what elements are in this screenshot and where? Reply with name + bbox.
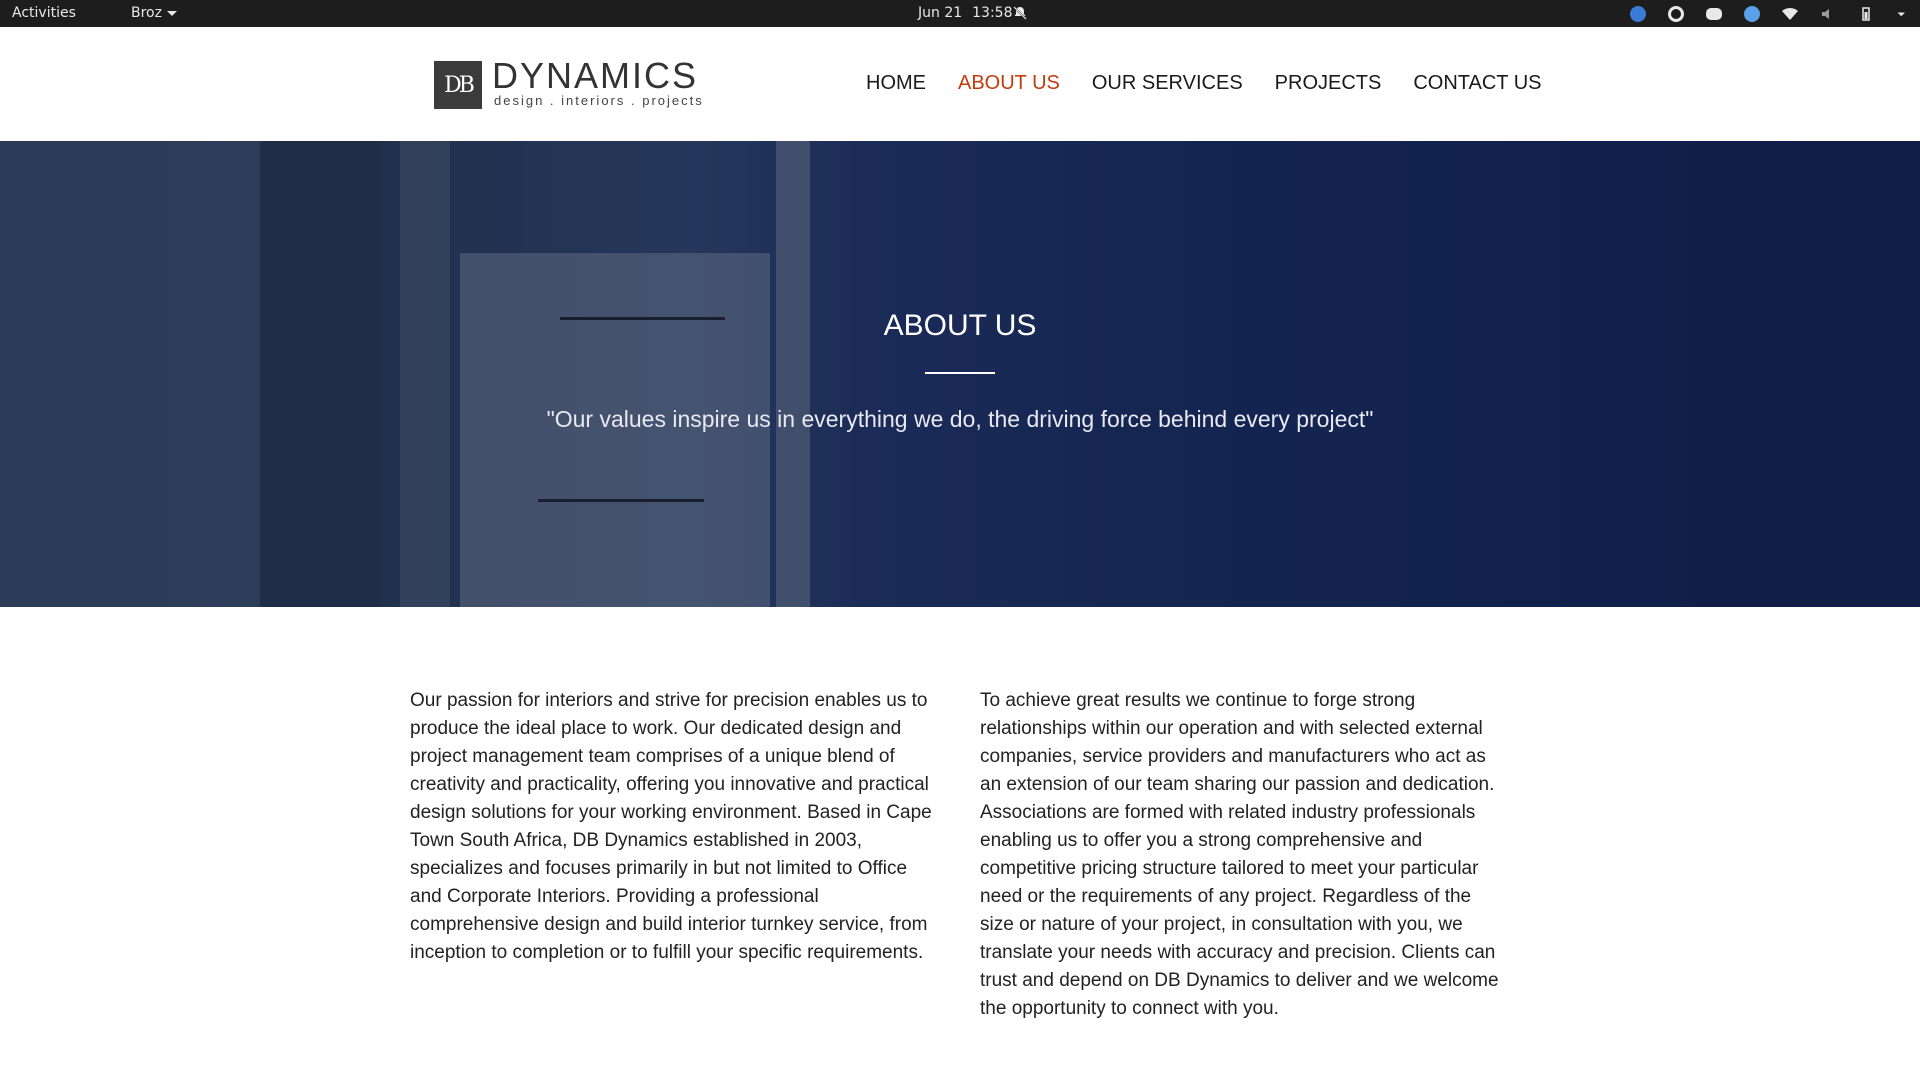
system-top-bar: Activities Broz Jun 21 13:58	[0, 0, 1920, 27]
nav-contact-us[interactable]: CONTACT US	[1413, 72, 1541, 95]
discord-icon[interactable]	[1706, 8, 1722, 20]
logo-mark: DB	[434, 61, 482, 109]
clock[interactable]: Jun 21 13:58	[918, 5, 1013, 21]
clock-date: Jun 21	[918, 5, 963, 21]
about-paragraph-right: To achieve great results we continue to …	[980, 690, 1499, 1019]
main-nav: HOME ABOUT US OUR SERVICES PROJECTS CONT…	[866, 72, 1542, 95]
hero-banner: ABOUT US "Our values inspire us in every…	[0, 141, 1920, 607]
battery-icon[interactable]	[1858, 6, 1874, 22]
site-header: DB DYNAMICS design . interiors . project…	[0, 27, 1920, 141]
title-divider	[925, 372, 995, 374]
vpn-icon[interactable]	[1630, 6, 1646, 22]
nav-home[interactable]: HOME	[866, 72, 926, 95]
clock-time: 13:58	[972, 5, 1013, 21]
power-menu-icon[interactable]	[1896, 6, 1908, 22]
brand-logo[interactable]: DB DYNAMICS design . interiors . project…	[434, 55, 704, 111]
chat-icon[interactable]	[1744, 6, 1760, 22]
volume-muted-icon[interactable]	[1820, 6, 1836, 22]
chevron-down-icon	[166, 10, 177, 16]
wifi-icon[interactable]	[1782, 6, 1798, 22]
app-menu[interactable]: Broz	[131, 5, 177, 21]
notifications-muted-icon	[1013, 6, 1027, 20]
page-title: ABOUT US	[883, 309, 1037, 342]
logo-tagline: design . interiors . projects	[494, 93, 704, 108]
chrome-icon[interactable]	[1668, 6, 1684, 22]
activities-button[interactable]: Activities	[12, 5, 76, 21]
hero-quote: "Our values inspire us in everything we …	[546, 406, 1374, 432]
nav-our-services[interactable]: OUR SERVICES	[1092, 72, 1243, 95]
nav-projects[interactable]: PROJECTS	[1275, 72, 1382, 95]
about-paragraph-left: Our passion for interiors and strive for…	[410, 690, 932, 963]
app-menu-label: Broz	[131, 5, 162, 21]
nav-about-us[interactable]: ABOUT US	[958, 72, 1060, 95]
hero-overlay	[0, 141, 1920, 607]
logo-name: DYNAMICS	[492, 55, 699, 96]
system-tray	[1630, 4, 1908, 24]
